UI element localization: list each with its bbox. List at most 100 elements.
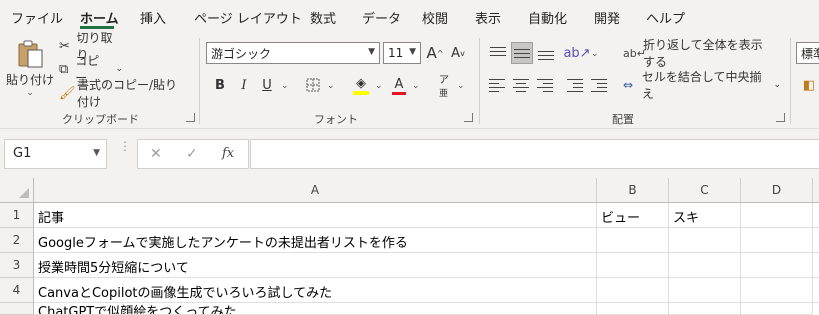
- tab-home[interactable]: ホーム: [80, 8, 119, 27]
- tab-developer[interactable]: 開発: [594, 8, 620, 27]
- row-header-5[interactable]: [0, 303, 34, 315]
- insert-function-icon[interactable]: fx: [222, 146, 234, 161]
- row-header-4[interactable]: 4: [0, 278, 34, 303]
- increase-indent-icon: [591, 79, 607, 92]
- phonetic-chevron-icon[interactable]: ⌄: [457, 81, 465, 91]
- underline-chevron-icon[interactable]: ⌄: [281, 81, 289, 91]
- cell-b2[interactable]: [597, 228, 669, 253]
- tab-page-layout[interactable]: ページ レイアウト: [194, 8, 302, 27]
- font-name-combo[interactable]: 游ゴシック ▼: [206, 42, 380, 64]
- decrease-indent-icon: [567, 79, 583, 92]
- phonetic-button[interactable]: ア亜: [433, 74, 455, 99]
- cancel-icon[interactable]: ✕: [150, 146, 162, 162]
- increase-indent-button[interactable]: [588, 74, 610, 96]
- font-color-button[interactable]: A: [389, 74, 409, 98]
- column-header-e-partial[interactable]: [813, 178, 819, 203]
- formula-bar: G1 ▼ ⋮ ✕ ✓ fx: [0, 128, 819, 178]
- row-header-3[interactable]: 3: [0, 253, 34, 278]
- merge-center-button[interactable]: ⇔ セルを結合して中央揃え ⌄: [622, 70, 782, 101]
- cell-c5[interactable]: [669, 303, 741, 315]
- column-header-d[interactable]: D: [741, 178, 813, 203]
- cell-c4[interactable]: [669, 278, 741, 303]
- bottom-align-button[interactable]: [535, 42, 557, 64]
- number-format-combo[interactable]: 標準: [796, 42, 819, 64]
- middle-align-button[interactable]: [511, 42, 533, 64]
- font-launcher-icon[interactable]: [464, 113, 473, 122]
- copy-chevron-icon: ⌄: [115, 64, 123, 74]
- orientation-icon: ab↗: [563, 45, 591, 61]
- tab-view[interactable]: 表示: [475, 8, 501, 27]
- bold-button[interactable]: B: [210, 74, 230, 96]
- cell-b3[interactable]: [597, 253, 669, 278]
- wrap-text-label: 折り返して全体を表示する: [643, 38, 763, 69]
- select-all-button[interactable]: [0, 178, 34, 203]
- column-header-a[interactable]: A: [34, 178, 597, 203]
- row-header-1[interactable]: 1: [0, 203, 34, 228]
- name-box[interactable]: G1 ▼: [4, 139, 107, 169]
- top-align-button[interactable]: [486, 42, 510, 64]
- cell-c3[interactable]: [669, 253, 741, 278]
- paste-button[interactable]: 貼り付け ⌄: [6, 34, 54, 102]
- orientation-button[interactable]: ab↗: [563, 42, 591, 64]
- row-header-2[interactable]: 2: [0, 228, 34, 253]
- cell-d4[interactable]: [741, 278, 813, 303]
- underline-button[interactable]: U: [257, 74, 277, 96]
- decrease-indent-button[interactable]: [564, 74, 586, 96]
- cell-e3-partial[interactable]: [813, 253, 819, 278]
- cell-e1-partial[interactable]: [813, 203, 819, 228]
- formula-buttons: ✕ ✓ fx: [137, 139, 249, 169]
- font-color-chevron-icon[interactable]: ⌄: [412, 81, 420, 91]
- cell-a1[interactable]: 記事: [34, 203, 597, 228]
- clipboard-group-label: クリップボード: [62, 113, 139, 126]
- borders-button[interactable]: [302, 74, 324, 96]
- cell-a5[interactable]: ChatGPTで似顔絵をつくってみた: [34, 303, 597, 315]
- align-right-button[interactable]: [534, 74, 556, 96]
- cell-a4[interactable]: CanvaとCopilotの画像生成でいろいろ試してみた: [34, 278, 597, 303]
- tab-insert[interactable]: 挿入: [140, 8, 166, 27]
- tab-data[interactable]: データ: [362, 8, 401, 27]
- align-center-button[interactable]: [510, 74, 532, 96]
- wrap-text-button[interactable]: ab↵ 折り返して全体を表示する: [622, 38, 774, 69]
- decrease-font-size-button[interactable]: Av: [448, 42, 468, 64]
- enter-icon[interactable]: ✓: [186, 146, 198, 162]
- merge-center-chevron-icon: ⌄: [773, 80, 781, 90]
- cell-b5[interactable]: [597, 303, 669, 315]
- cell-b1[interactable]: ビュー: [597, 203, 669, 228]
- increase-font-size-button[interactable]: A ^: [425, 42, 445, 64]
- tab-file[interactable]: ファイル: [11, 8, 63, 27]
- fill-color-chevron-icon[interactable]: ⌄: [375, 81, 383, 91]
- cell-d5[interactable]: [741, 303, 813, 315]
- cell-d1[interactable]: [741, 203, 813, 228]
- column-header-c[interactable]: C: [669, 178, 741, 203]
- clipboard-launcher-icon[interactable]: [186, 113, 195, 122]
- currency-format-icon[interactable]: ◧: [800, 76, 818, 94]
- formula-bar-grip-icon[interactable]: ⋮: [119, 140, 131, 152]
- format-painter-button[interactable]: 🖌 書式のコピー/貼り付け: [58, 78, 188, 109]
- tab-review[interactable]: 校閲: [422, 8, 448, 27]
- italic-button[interactable]: I: [234, 74, 254, 96]
- align-left-button[interactable]: [486, 74, 508, 96]
- cell-d3[interactable]: [741, 253, 813, 278]
- cell-b4[interactable]: [597, 278, 669, 303]
- cell-d2[interactable]: [741, 228, 813, 253]
- cell-c1[interactable]: スキ: [669, 203, 741, 228]
- borders-chevron-icon[interactable]: ⌄: [327, 81, 335, 91]
- align-left-icon: [489, 79, 505, 92]
- formula-input[interactable]: [250, 139, 819, 169]
- cell-e2-partial[interactable]: [813, 228, 819, 253]
- scissors-icon: ✂: [59, 38, 70, 54]
- fill-color-button[interactable]: ◈: [350, 74, 372, 98]
- cell-c2[interactable]: [669, 228, 741, 253]
- tab-help[interactable]: ヘルプ: [646, 8, 685, 27]
- phonetic-icon: ア亜: [439, 75, 449, 99]
- column-header-b[interactable]: B: [597, 178, 669, 203]
- cell-a3[interactable]: 授業時間5分短縮について: [34, 253, 597, 278]
- tab-automate[interactable]: 自動化: [528, 8, 567, 27]
- cell-e4-partial[interactable]: [813, 278, 819, 303]
- cell-a2[interactable]: Googleフォームで実施したアンケートの未提出者リストを作る: [34, 228, 597, 253]
- tab-formulas[interactable]: 数式: [310, 8, 336, 27]
- alignment-launcher-icon[interactable]: [776, 113, 785, 122]
- orientation-chevron-icon[interactable]: ⌄: [591, 49, 599, 59]
- ribbon: 貼り付け ⌄ ✂ 切り取り ⧉ コピー ⌄ 🖌 書式のコピー/貼り付け クリップ…: [0, 31, 819, 128]
- font-size-combo[interactable]: 11 ▼: [383, 42, 421, 64]
